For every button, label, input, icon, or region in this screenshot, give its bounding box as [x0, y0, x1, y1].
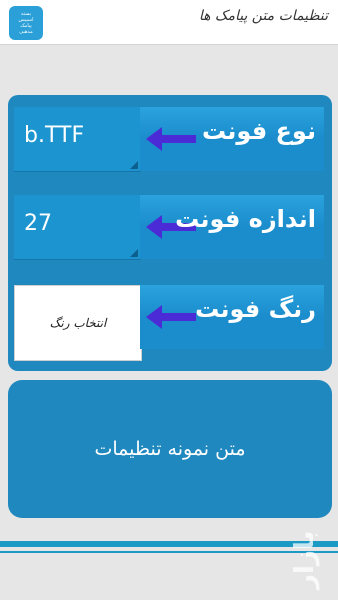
font-type-value: b.TTF [24, 123, 85, 148]
app-logo-icon: بسته اسپیس پیامک مذهبی [9, 6, 43, 40]
font-color-label: رنگ فونت [195, 295, 316, 323]
font-type-spinner[interactable]: b.TTF [14, 107, 141, 172]
settings-panel: b.TTF نوع فونت 27 اندازه فونت انتخاب رنگ [8, 95, 332, 371]
footer-divider-thin [0, 551, 338, 553]
spinner-corner-icon [130, 161, 138, 169]
page-title: تنظیمات متن پیامک ها [198, 8, 328, 24]
preview-box: متن نمونه تنظیمات [8, 380, 332, 518]
color-picker-label: انتخاب رنگ [49, 316, 107, 330]
arrow-left-icon [146, 127, 196, 151]
font-size-row: 27 اندازه فونت [14, 195, 324, 260]
color-picker-button[interactable]: انتخاب رنگ [14, 285, 142, 361]
arrow-left-icon [146, 305, 196, 329]
spinner-corner-icon [130, 249, 138, 257]
font-size-spinner[interactable]: 27 [14, 195, 141, 260]
font-size-value: 27 [24, 211, 52, 236]
footer-divider [0, 541, 338, 547]
font-type-label: نوع فونت [202, 117, 316, 145]
font-type-row: b.TTF نوع فونت [14, 107, 324, 172]
app-logo-text-4: مذهبی [19, 29, 33, 35]
font-color-button[interactable]: رنگ فونت [140, 285, 324, 349]
top-bar: بسته اسپیس پیامک مذهبی تنظیمات متن پیامک… [0, 0, 338, 45]
font-type-button[interactable]: نوع فونت [140, 107, 324, 171]
font-size-button[interactable]: اندازه فونت [140, 195, 324, 259]
store-watermark: بازار [290, 530, 320, 590]
preview-text: متن نمونه تنظیمات [94, 438, 246, 460]
font-color-row: انتخاب رنگ رنگ فونت [14, 285, 324, 361]
font-size-label: اندازه فونت [175, 205, 316, 233]
